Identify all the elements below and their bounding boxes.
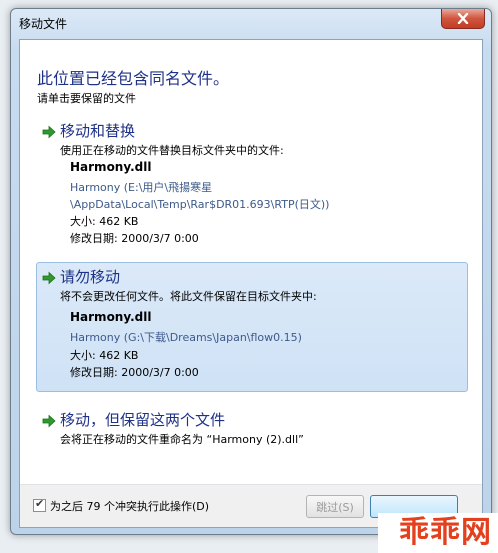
file-modified-date: 修改日期: 2000/3/7 0:00 xyxy=(70,232,199,245)
file-modified-date: 修改日期: 2000/3/7 0:00 xyxy=(70,366,199,379)
dialog-subheading: 请单击要保留的文件 xyxy=(37,92,136,105)
file-size: 大小: 462 KB xyxy=(70,215,139,228)
option-description: 使用正在移动的文件替换目标文件夹中的文件: xyxy=(60,144,284,157)
green-arrow-icon xyxy=(42,125,56,139)
apply-to-all-checkbox[interactable]: ✔ xyxy=(33,497,46,512)
watermark-logo: 乖乖网 xyxy=(378,513,498,553)
close-icon xyxy=(457,13,469,24)
file-name: Harmony.dll xyxy=(70,310,152,324)
option-title: 请勿移动 xyxy=(60,268,121,286)
option-move-and-replace[interactable]: 移动和替换 使用正在移动的文件替换目标文件夹中的文件: Harmony.dll … xyxy=(36,116,468,248)
option-keep-both[interactable]: 移动，但保留这两个文件 会将正在移动的文件重命名为 “Harmony (2).d… xyxy=(36,405,468,455)
file-path-line: Harmony (G:\下载\Dreams\Japan\flow0.15) xyxy=(70,331,302,344)
option-description: 将不会更改任何文件。将此文件保留在目标文件夹中: xyxy=(60,290,317,303)
apply-to-all-label[interactable]: 为之后 79 个冲突执行此操作(D) xyxy=(50,498,209,514)
file-path-line: \AppData\Local\Temp\Rar$DR01.693\RTP(日文)… xyxy=(70,198,330,211)
close-button[interactable] xyxy=(441,9,485,29)
option-title: 移动，但保留这两个文件 xyxy=(60,411,226,429)
skip-button[interactable]: 跳过(S) xyxy=(306,495,364,518)
window-title: 移动文件 xyxy=(19,17,68,31)
green-arrow-icon xyxy=(42,414,56,428)
option-dont-move[interactable]: 请勿移动 将不会更改任何文件。将此文件保留在目标文件夹中: Harmony.dl… xyxy=(36,262,468,392)
green-arrow-icon xyxy=(42,271,56,285)
option-title: 移动和替换 xyxy=(60,122,136,140)
dialog-heading: 此位置已经包含同名文件。 xyxy=(37,69,230,88)
move-file-dialog: 移动文件 此位置已经包含同名文件。 请单击要保留的文件 移动和替换 使用正在移动… xyxy=(10,8,492,535)
dialog-content: 此位置已经包含同名文件。 请单击要保留的文件 移动和替换 使用正在移动的文件替换… xyxy=(19,39,483,528)
option-description: 会将正在移动的文件重命名为 “Harmony (2).dll” xyxy=(60,433,304,446)
watermark-text: 乖乖网 xyxy=(399,515,492,550)
file-path-line: Harmony (E:\用户\飛揚寒星 xyxy=(70,181,213,194)
file-name: Harmony.dll xyxy=(70,160,152,174)
checkmark-icon: ✔ xyxy=(35,497,45,510)
file-size: 大小: 462 KB xyxy=(70,349,139,362)
